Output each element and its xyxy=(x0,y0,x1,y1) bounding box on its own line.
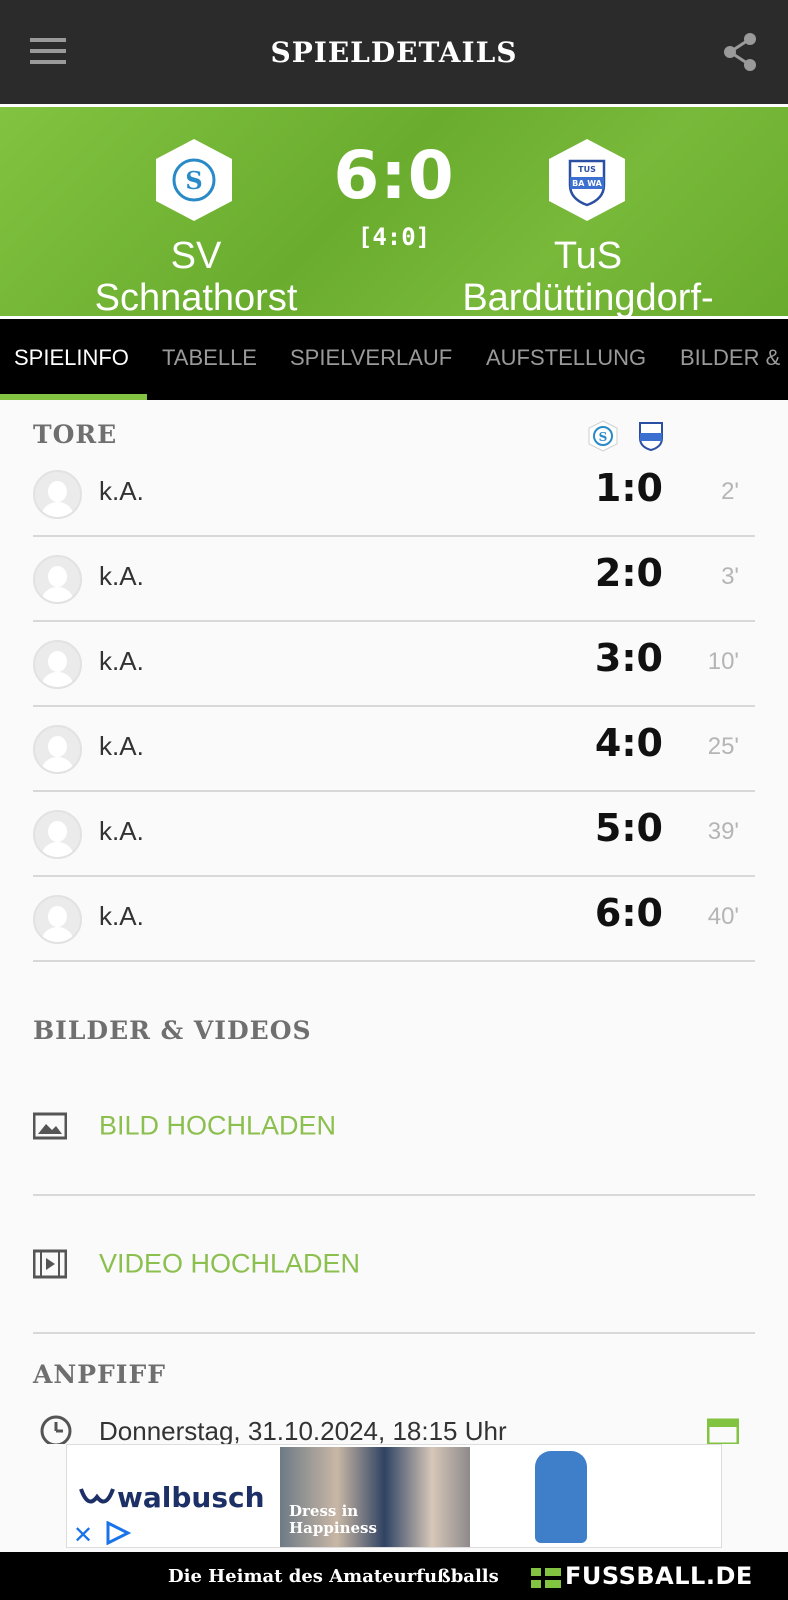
ad-tagline: Dress in Happiness xyxy=(289,1502,377,1537)
kickoff-row: Donnerstag, 31.10.2024, 18:15 Uhr xyxy=(33,1410,755,1444)
home-team-name[interactable]: SV Schnathorst xyxy=(66,235,326,316)
goal-minute: 39' xyxy=(707,818,739,845)
svg-text:BA WA: BA WA xyxy=(572,179,603,188)
active-tab-indicator xyxy=(0,394,147,400)
footer-logo: FUSSBALL.DE xyxy=(565,1562,753,1590)
svg-text:TUS: TUS xyxy=(578,165,596,174)
goal-minute: 10' xyxy=(707,648,739,675)
away-team-small-crest-icon xyxy=(639,422,663,452)
ad-brand: walbusch xyxy=(117,1481,265,1514)
app-bar: SPIELDETAILS xyxy=(0,0,788,104)
ad-product-image xyxy=(535,1451,587,1543)
footer-slogan: Die Heimat des Amateurfußballs xyxy=(168,1566,499,1587)
footer-bar: Die Heimat des Amateurfußballs FUSSBALL.… xyxy=(0,1552,788,1600)
goal-row[interactable]: k.A. 1:0 2' xyxy=(33,452,755,537)
svg-text:S: S xyxy=(599,430,608,444)
tus-bawa-crest-icon[interactable]: TUS BA WA xyxy=(546,137,628,223)
player-avatar-icon xyxy=(33,725,82,774)
tab-aufstellung[interactable]: AUFSTELLUNG xyxy=(486,319,646,400)
goals-section-title: TORE xyxy=(33,420,118,449)
player-avatar-icon xyxy=(33,640,82,689)
goal-score: 2:0 xyxy=(594,551,663,595)
tab-spielverlauf[interactable]: SPIELVERLAUF xyxy=(290,319,452,400)
sv-schnathorst-crest-icon[interactable]: S xyxy=(153,137,235,223)
player-avatar-icon xyxy=(33,555,82,604)
player-avatar-icon xyxy=(33,470,82,519)
clock-icon xyxy=(40,1415,72,1444)
image-icon xyxy=(33,1112,67,1140)
final-score: 6:0 xyxy=(333,137,455,214)
kickoff-section-title: ANPFIFF xyxy=(33,1360,166,1389)
video-icon xyxy=(33,1249,67,1279)
tab-tabelle[interactable]: TABELLE xyxy=(162,319,257,400)
share-icon[interactable] xyxy=(722,32,758,72)
player-avatar-icon xyxy=(33,895,82,944)
goal-score: 3:0 xyxy=(594,636,663,680)
goal-scorer: k.A. xyxy=(99,561,144,591)
walbusch-logo-icon xyxy=(79,1488,115,1504)
goal-minute: 40' xyxy=(707,903,739,930)
kickoff-datetime: Donnerstag, 31.10.2024, 18:15 Uhr xyxy=(99,1416,507,1444)
upload-video-button[interactable]: VIDEO HOCHLADEN xyxy=(33,1196,755,1334)
fussball-logo-icon xyxy=(531,1568,561,1588)
upload-video-label: VIDEO HOCHLADEN xyxy=(99,1248,361,1279)
away-team-name[interactable]: TuS Bardüttingdorf-Wall... xyxy=(458,235,718,316)
home-team-small-crest-icon: S xyxy=(588,420,618,452)
goal-minute: 3' xyxy=(721,563,739,590)
goal-row[interactable]: k.A. 4:0 25' xyxy=(33,707,755,792)
goal-minute: 2' xyxy=(721,478,739,505)
page-title: SPIELDETAILS xyxy=(270,35,518,69)
upload-image-label: BILD HOCHLADEN xyxy=(99,1110,337,1141)
goal-scorer: k.A. xyxy=(99,816,144,846)
goal-row[interactable]: k.A. 3:0 10' xyxy=(33,622,755,707)
goal-row[interactable]: k.A. 2:0 3' xyxy=(33,537,755,622)
goal-score: 6:0 xyxy=(594,891,663,935)
ad-banner[interactable]: walbusch Dress in Happiness ✕ xyxy=(66,1444,722,1548)
goal-scorer: k.A. xyxy=(99,901,144,931)
ad-close-icon[interactable]: ✕ xyxy=(73,1521,93,1547)
media-section-title: BILDER & VIDEOS xyxy=(33,1016,312,1045)
goal-row[interactable]: k.A. 5:0 39' xyxy=(33,792,755,877)
goal-row[interactable]: k.A. 6:0 40' xyxy=(33,877,755,962)
player-avatar-icon xyxy=(33,810,82,859)
goal-minute: 25' xyxy=(707,733,739,760)
svg-text:S: S xyxy=(185,166,202,195)
goal-score: 1:0 xyxy=(594,466,663,510)
calendar-add-icon[interactable] xyxy=(707,1416,739,1444)
tab-spielinfo[interactable]: SPIELINFO xyxy=(14,319,129,400)
tab-bilder[interactable]: BILDER & xyxy=(680,319,780,400)
tab-bar: SPIELINFO TABELLE SPIELVERLAUF AUFSTELLU… xyxy=(0,316,788,400)
goal-score: 4:0 xyxy=(594,721,663,765)
upload-image-button[interactable]: BILD HOCHLADEN xyxy=(33,1058,755,1196)
goal-scorer: k.A. xyxy=(99,646,144,676)
hamburger-menu-icon[interactable] xyxy=(30,38,68,64)
goal-score: 5:0 xyxy=(594,806,663,850)
goal-scorer: k.A. xyxy=(99,731,144,761)
goal-scorer: k.A. xyxy=(99,476,144,506)
match-header: S SV Schnathorst 6:0 [4:0] TUS BA WA TuS… xyxy=(0,104,788,316)
ad-choices-icon[interactable] xyxy=(105,1521,131,1545)
